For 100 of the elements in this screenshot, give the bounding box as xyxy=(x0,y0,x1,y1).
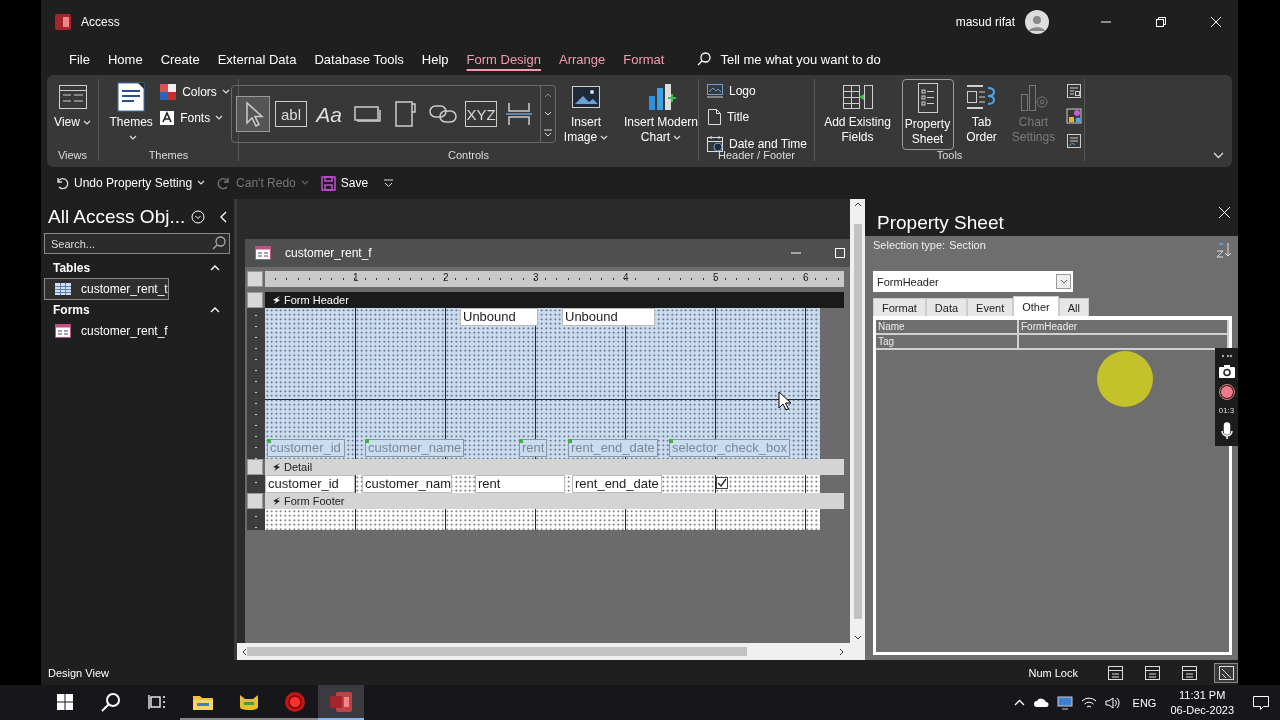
pane-title: All Access Obj... xyxy=(48,206,186,228)
palette-icon xyxy=(159,83,178,101)
command-button-icon xyxy=(353,105,381,123)
search-icon xyxy=(697,52,712,66)
undo-icon xyxy=(55,176,69,190)
group-title: Tools xyxy=(936,149,963,161)
property-name: Tag xyxy=(876,335,1019,348)
view-icon xyxy=(1144,665,1160,680)
collapse-ribbon-button[interactable] xyxy=(1213,152,1224,159)
menu-tab[interactable]: Arrange xyxy=(550,47,615,71)
design-view-icon xyxy=(1218,665,1234,680)
group-header[interactable]: Tables xyxy=(41,258,234,278)
monitor-icon xyxy=(1056,695,1073,710)
tell-me-field[interactable]: Tell me what you want to do xyxy=(720,51,881,67)
property-tab[interactable]: Format xyxy=(873,298,926,316)
form-title: customer_rent_f xyxy=(285,246,372,260)
close-button[interactable] xyxy=(1219,207,1230,218)
ribbon-button[interactable] xyxy=(1065,81,1082,101)
horizontal-scrollbar[interactable] xyxy=(237,643,865,660)
ribbon-button[interactable]: Add Existing Fields xyxy=(817,79,898,149)
convert-macros-icon xyxy=(1065,133,1082,149)
search-field[interactable]: Search... xyxy=(44,233,230,254)
text-box[interactable]: Unbound xyxy=(562,308,655,326)
ribbon-button[interactable]: Themes xyxy=(107,79,156,149)
collapse-pane-button[interactable] xyxy=(220,211,228,223)
group-title: Themes xyxy=(148,149,189,161)
menu-tab[interactable]: File xyxy=(60,47,99,71)
menu-tab[interactable]: Format xyxy=(614,47,674,71)
ribbon-button[interactable]: Colors xyxy=(159,81,230,103)
clock-date: 06-Dec-2023 xyxy=(1170,702,1234,718)
ribbon-button[interactable]: Property Sheet xyxy=(901,79,954,150)
ribbon-button[interactable]: Logo xyxy=(705,81,807,101)
horizontal-ruler: 1 2 3 4 5 6 xyxy=(265,271,844,287)
ribbon-button[interactable]: Tab Order xyxy=(957,79,1006,149)
language-indicator[interactable]: ENG xyxy=(1132,696,1157,709)
microphone-icon[interactable] xyxy=(1220,421,1233,440)
drag-handle-icon xyxy=(1220,354,1233,359)
text-box[interactable]: Unbound xyxy=(460,308,538,326)
checkbox[interactable] xyxy=(716,477,728,489)
section-bar[interactable]: Detail xyxy=(265,459,844,475)
form-view-icon xyxy=(57,82,88,112)
maximize-icon xyxy=(835,248,845,258)
property-tab[interactable]: Event xyxy=(967,298,1014,316)
group-title: Views xyxy=(57,149,88,161)
more-icon xyxy=(544,128,552,137)
menu-tab[interactable]: Form Design xyxy=(457,47,550,71)
record-icon xyxy=(284,690,306,713)
chevron-up-icon xyxy=(210,265,220,271)
menu-tab[interactable]: External Data xyxy=(208,47,306,71)
ribbon-button[interactable]: Title xyxy=(705,106,807,128)
text-box[interactable]: rent_end_date xyxy=(572,475,662,493)
taskbar-app[interactable] xyxy=(318,685,364,720)
text-box[interactable]: customer_id xyxy=(265,475,355,493)
ribbon-button[interactable] xyxy=(1065,106,1082,126)
page-icon xyxy=(705,108,722,126)
section-bar[interactable]: Form Header xyxy=(265,292,844,308)
property-tab[interactable]: Other xyxy=(1013,296,1059,316)
sort-button[interactable] xyxy=(1216,242,1232,258)
view-icon xyxy=(1181,665,1197,680)
notification-icon[interactable] xyxy=(1252,694,1270,711)
ribbon-button[interactable]: View xyxy=(48,79,97,149)
section-bar[interactable]: Form Footer xyxy=(265,493,844,509)
menu-tab[interactable]: Help xyxy=(412,47,458,71)
bar-chart-icon xyxy=(646,82,676,112)
toolbar-button[interactable]: Undo Property Setting xyxy=(53,174,208,192)
record-icon[interactable] xyxy=(1218,383,1235,400)
caret-icon xyxy=(197,180,206,186)
ribbon-button[interactable]: Fonts xyxy=(159,108,230,128)
vertical-ruler xyxy=(247,509,265,530)
code-icon xyxy=(1065,108,1082,124)
ribbon-button[interactable]: Insert Image xyxy=(560,79,612,149)
property-tab[interactable]: Data xyxy=(925,298,968,316)
object-item[interactable]: customer_rent_t xyxy=(44,278,169,300)
property-tab[interactable]: All xyxy=(1058,298,1089,316)
text-box[interactable]: customer_nam xyxy=(362,475,452,493)
chevron-right-icon xyxy=(839,647,845,656)
restore-icon xyxy=(1155,17,1166,27)
vertical-scrollbar[interactable] xyxy=(850,199,865,643)
cloud-icon xyxy=(1032,697,1049,708)
group-header[interactable]: Forms xyxy=(41,300,234,320)
object-dropdown[interactable]: FormHeader xyxy=(873,271,1073,292)
control-tool-button[interactable] xyxy=(236,96,270,132)
view-button[interactable] xyxy=(1214,662,1238,683)
camera-icon[interactable] xyxy=(1218,364,1235,378)
cat-icon xyxy=(238,692,260,711)
ribbon-button[interactable]: Insert Modern Chart xyxy=(616,79,706,149)
chevron-left-icon xyxy=(220,211,228,223)
close-icon xyxy=(1210,17,1221,27)
menu-tab[interactable]: Create xyxy=(151,47,209,71)
object-item[interactable]: customer_rent_f xyxy=(44,320,169,342)
pane-menu-button[interactable] xyxy=(191,210,206,224)
chevron-down-icon xyxy=(1213,152,1224,159)
ribbon-button[interactable] xyxy=(1065,131,1082,151)
toolbar-button[interactable]: Save xyxy=(318,173,371,193)
property-value[interactable]: FormHeader xyxy=(1019,320,1229,333)
font-icon xyxy=(159,110,176,126)
menu-tab[interactable]: Home xyxy=(98,47,152,71)
text-box[interactable]: rent xyxy=(475,475,565,493)
group-title: Header / Footer xyxy=(717,149,795,161)
menu-tab[interactable]: Database Tools xyxy=(305,47,413,71)
